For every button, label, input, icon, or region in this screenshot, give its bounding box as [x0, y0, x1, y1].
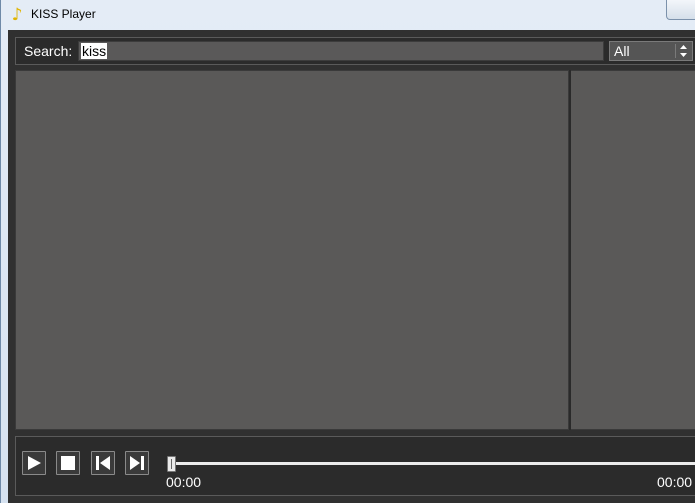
side-panel[interactable] — [571, 70, 695, 430]
search-bar: Search: kiss All — [15, 37, 695, 65]
seek-thumb[interactable] — [167, 456, 176, 472]
previous-icon — [96, 456, 110, 470]
seek-track[interactable] — [174, 462, 695, 465]
previous-button[interactable] — [91, 451, 115, 475]
window-controls[interactable] — [666, 0, 695, 20]
next-icon — [130, 456, 144, 470]
search-input-value: kiss — [81, 43, 108, 59]
filter-select[interactable]: All — [609, 41, 693, 61]
play-button[interactable] — [22, 451, 46, 475]
play-icon — [28, 456, 41, 470]
filter-selected-value: All — [614, 43, 630, 59]
stop-button[interactable] — [56, 451, 80, 475]
playback-controls: 00:00 00:00 — [15, 436, 695, 496]
search-label: Search: — [24, 43, 73, 59]
music-note-icon: ♪ — [11, 5, 23, 25]
next-button[interactable] — [125, 451, 149, 475]
title-bar[interactable]: ♪ KISS Player — [1, 0, 695, 30]
spinner-arrows-icon — [675, 44, 689, 58]
app-window: ♪ KISS Player Search: kiss All 00:00 00:… — [0, 0, 695, 503]
window-title: KISS Player — [31, 7, 96, 21]
player-client-area: Search: kiss All 00:00 00:00 — [8, 30, 695, 503]
elapsed-time: 00:00 — [166, 474, 202, 490]
stop-icon — [61, 456, 75, 470]
track-list-panel[interactable] — [15, 70, 569, 430]
search-input[interactable]: kiss — [78, 41, 604, 61]
total-time: 00:00 — [657, 474, 693, 490]
